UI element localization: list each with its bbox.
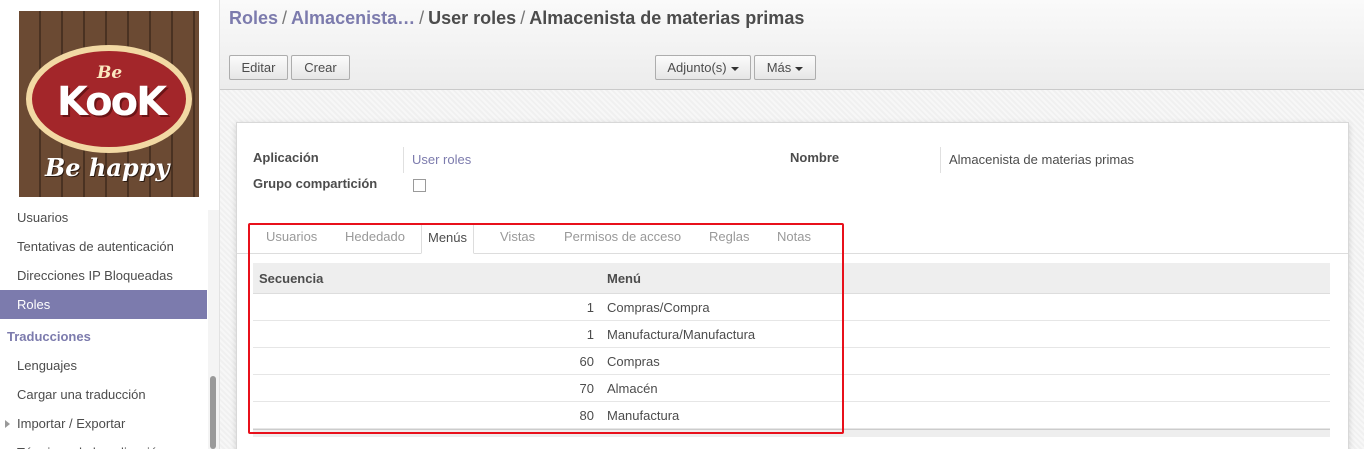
sidebar-scrollbar[interactable] bbox=[208, 210, 219, 449]
tab-hededado[interactable]: Hededado bbox=[339, 223, 411, 254]
sidebar-item-roles[interactable]: Roles bbox=[0, 290, 207, 319]
sidebar-item-blocked-ips[interactable]: Direcciones IP Bloqueadas bbox=[0, 261, 207, 290]
table-header: Secuencia Menú bbox=[253, 263, 1330, 294]
tab-permisos-de-acceso[interactable]: Permisos de acceso bbox=[558, 223, 687, 254]
sidebar-item-app-terms[interactable]: Términos de la aplicación bbox=[0, 438, 207, 449]
application-field[interactable]: User roles bbox=[412, 152, 471, 167]
control-panel: Roles / Almacenista… / User roles / Almacenist… bbox=[220, 0, 1364, 90]
table-row[interactable]: 60 Compras bbox=[253, 348, 1330, 375]
breadcrumb-user-roles: User roles bbox=[428, 8, 517, 28]
sidebar-section-translations: Traducciones bbox=[7, 329, 91, 344]
table-row[interactable]: 70 Almacén bbox=[253, 375, 1330, 402]
table-row[interactable]: 80 Manufactura bbox=[253, 402, 1330, 429]
chevron-down-icon bbox=[795, 66, 804, 71]
breadcrumb-separator: / bbox=[520, 8, 526, 28]
chevron-down-icon bbox=[730, 66, 739, 71]
menu-cell: Compras bbox=[607, 354, 660, 369]
name-label: Nombre bbox=[790, 150, 840, 165]
tab-usuarios[interactable]: Usuarios bbox=[260, 223, 323, 254]
sidebar-item-auth-attempts[interactable]: Tentativas de autenticación bbox=[0, 232, 207, 261]
tab-notas[interactable]: Notas bbox=[771, 223, 817, 254]
scrollbar-thumb[interactable] bbox=[210, 376, 216, 449]
sequence-cell: 1 bbox=[586, 300, 594, 315]
logo-main-text: KooK bbox=[56, 79, 167, 125]
menu-cell: Compras/Compra bbox=[607, 300, 710, 315]
name-field[interactable]: Almacenista de materias primas bbox=[949, 152, 1134, 167]
sequence-cell: 60 bbox=[579, 354, 594, 369]
column-header-secuencia[interactable]: Secuencia bbox=[259, 263, 323, 295]
table-row[interactable]: 1 Compras/Compra bbox=[253, 294, 1330, 321]
form-sheet: Aplicación User roles Grupo compartición… bbox=[236, 122, 1349, 449]
menu-cell: Manufactura/Manufactura bbox=[607, 327, 756, 342]
breadcrumb: Roles / Almacenista… / User roles / Almacenist… bbox=[229, 8, 804, 29]
sequence-cell: 1 bbox=[586, 327, 594, 342]
breadcrumb-almacenista[interactable]: Almacenista… bbox=[291, 8, 415, 28]
sidebar-item-load-translation[interactable]: Cargar una traducción bbox=[0, 380, 207, 409]
attachments-dropdown[interactable]: Adjunto(s) bbox=[655, 55, 751, 80]
sidebar: Be KooK Be happy Usuarios Tentativas de … bbox=[0, 0, 220, 449]
menu-cell: Manufactura bbox=[607, 408, 680, 423]
sequence-cell: 80 bbox=[579, 408, 594, 423]
table-footer bbox=[253, 429, 1330, 437]
logo-tagline: Be happy bbox=[45, 153, 170, 182]
page-title: Almacenista de materias primas bbox=[529, 8, 805, 28]
sequence-cell: 70 bbox=[579, 381, 594, 396]
more-label: Más bbox=[766, 60, 792, 75]
breadcrumb-roles[interactable]: Roles bbox=[229, 8, 278, 28]
create-button[interactable]: Crear bbox=[291, 55, 350, 80]
company-logo[interactable]: Be KooK Be happy bbox=[19, 11, 199, 197]
menu-cell: Almacén bbox=[607, 381, 658, 396]
column-header-menu[interactable]: Menú bbox=[607, 263, 641, 295]
attachments-label: Adjunto(s) bbox=[667, 60, 727, 75]
caret-right-icon bbox=[5, 420, 10, 428]
tab-reglas[interactable]: Reglas bbox=[703, 223, 755, 254]
sidebar-item-usuarios[interactable]: Usuarios bbox=[0, 203, 207, 232]
form-view-background: Aplicación User roles Grupo compartición… bbox=[220, 90, 1364, 449]
sidebar-item-import-export[interactable]: Importar / Exportar bbox=[0, 409, 207, 438]
sidebar-item-label: Importar / Exportar bbox=[17, 416, 126, 431]
group-share-checkbox[interactable] bbox=[413, 179, 426, 192]
more-dropdown[interactable]: Más bbox=[754, 55, 816, 80]
tab-menus[interactable]: Menús bbox=[421, 223, 475, 254]
edit-button[interactable]: Editar bbox=[229, 55, 288, 80]
table-row[interactable]: 1 Manufactura/Manufactura bbox=[253, 321, 1330, 348]
breadcrumb-separator: / bbox=[419, 8, 425, 28]
sidebar-menu: Usuarios Tentativas de autenticación Dir… bbox=[0, 203, 207, 449]
group-share-label: Grupo compartición bbox=[253, 176, 378, 191]
sidebar-item-languages[interactable]: Lenguajes bbox=[0, 351, 207, 380]
menus-table: Secuencia Menú 1 Compras/Compra 1 Manufa… bbox=[253, 263, 1330, 437]
breadcrumb-separator: / bbox=[282, 8, 288, 28]
application-label: Aplicación bbox=[253, 150, 319, 165]
tab-vistas[interactable]: Vistas bbox=[494, 223, 541, 254]
